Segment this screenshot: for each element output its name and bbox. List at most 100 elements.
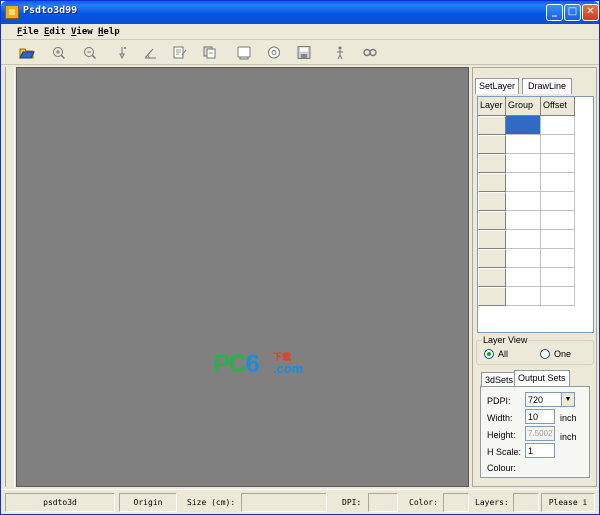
- output-settings-panel: PDPI: 720 ▼ Width: 10 inch Height: 7.500…: [480, 386, 590, 478]
- title-bar[interactable]: Psdto3d99 _ □ ✕: [1, 1, 599, 24]
- menu-help[interactable]: Help: [98, 27, 120, 37]
- watermark-pc-text: PC: [213, 350, 247, 378]
- hscale-label: H Scale:: [487, 447, 522, 457]
- menu-edit-label: dit: [49, 27, 66, 37]
- grid-cell-offset[interactable]: [541, 230, 575, 249]
- zoom-out-icon[interactable]: [82, 45, 98, 60]
- tab-setlayer[interactable]: SetLayer: [475, 78, 520, 94]
- grid-cell-offset[interactable]: [541, 154, 575, 173]
- radio-all[interactable]: [484, 349, 494, 359]
- grid-cell-group[interactable]: [506, 268, 541, 287]
- menu-edit[interactable]: Edit: [44, 27, 66, 37]
- width-field[interactable]: 10: [525, 409, 555, 424]
- figure-icon[interactable]: [332, 45, 348, 60]
- watermark-logo: PC6 下载 .com: [213, 350, 313, 378]
- pdpi-value: 720: [528, 395, 544, 405]
- status-bar: psdto3d Origin Size (cm): DPI: Color: La…: [1, 489, 599, 514]
- grid-cell-group[interactable]: [506, 287, 541, 306]
- grid-header-group: Group: [506, 97, 541, 116]
- colour-label: Colour:: [487, 463, 517, 473]
- grid-cell-offset[interactable]: [541, 268, 575, 287]
- status-origin: Origin: [119, 493, 177, 512]
- minimize-button[interactable]: _: [546, 4, 563, 21]
- grid-cell-offset[interactable]: [541, 211, 575, 230]
- menu-bar: File Edit View Help: [1, 24, 599, 40]
- app-window: Psdto3d99 _ □ ✕ File Edit View Help PC6 …: [0, 0, 600, 515]
- grid-cell-group[interactable]: [506, 154, 541, 173]
- menu-file-label: ile: [22, 27, 39, 37]
- grid-row-header[interactable]: [478, 154, 506, 173]
- grid-cell-group[interactable]: [506, 173, 541, 192]
- pdpi-select[interactable]: 720 ▼: [525, 392, 575, 407]
- radio-all-label: All: [498, 349, 509, 359]
- link-icon[interactable]: [362, 45, 378, 60]
- pdpi-label: PDPI:: [487, 396, 511, 406]
- layer-grid: Layer Group Offset: [477, 96, 594, 333]
- maximize-button[interactable]: □: [564, 4, 581, 21]
- layer-copy-icon[interactable]: [202, 45, 218, 60]
- status-size-value: [241, 493, 327, 512]
- save-icon[interactable]: [296, 45, 312, 60]
- grid-row-header[interactable]: [478, 173, 506, 192]
- grid-row-header[interactable]: [478, 192, 506, 211]
- width-label: Width:: [487, 413, 513, 423]
- zoom-in-icon[interactable]: [51, 45, 67, 60]
- close-button[interactable]: ✕: [582, 4, 599, 21]
- watermark-com: .com: [273, 361, 304, 376]
- grid-cell-offset[interactable]: [541, 249, 575, 268]
- angle-icon[interactable]: [143, 45, 159, 60]
- status-size-label: Size (cm):: [187, 498, 236, 507]
- grid-cell-group[interactable]: [506, 230, 541, 249]
- menu-file[interactable]: File: [17, 27, 39, 37]
- grid-cell-group[interactable]: [506, 249, 541, 268]
- menu-view-label: iew: [76, 27, 93, 37]
- circle-icon[interactable]: [266, 45, 282, 60]
- grid-row-header[interactable]: [478, 230, 506, 249]
- status-message: Please i: [541, 493, 595, 512]
- menu-view[interactable]: View: [71, 27, 93, 37]
- grid-row-header[interactable]: [478, 135, 506, 154]
- maximize-icon: □: [567, 6, 578, 17]
- grid-row-header[interactable]: [478, 287, 506, 306]
- grid-cell-group[interactable]: [506, 211, 541, 230]
- grid-row-header[interactable]: [478, 268, 506, 287]
- status-color-label: Color:: [409, 498, 438, 507]
- grid-header-offset: Offset: [541, 97, 575, 116]
- tab-drawline[interactable]: DrawLine: [522, 78, 573, 94]
- radio-one[interactable]: [540, 349, 550, 359]
- grid-cell-offset[interactable]: [541, 135, 575, 154]
- watermark-pc: PC6: [213, 350, 260, 379]
- height-field[interactable]: 7.5002: [525, 426, 555, 441]
- status-layers-label: Layers:: [475, 498, 509, 507]
- grid-row-header[interactable]: [478, 211, 506, 230]
- grid-cell-offset[interactable]: [541, 287, 575, 306]
- toolbar: [1, 40, 599, 65]
- grid-cell-offset[interactable]: [541, 192, 575, 211]
- menu-help-label: elp: [103, 27, 120, 37]
- width-unit: inch: [560, 413, 577, 423]
- grid-row-header[interactable]: [478, 249, 506, 268]
- height-label: Height:: [487, 430, 516, 440]
- status-color-value: [443, 493, 469, 512]
- close-icon: ✕: [586, 6, 595, 17]
- status-layers-value: [513, 493, 539, 512]
- hscale-field[interactable]: 1: [525, 443, 555, 458]
- grid-cell-offset[interactable]: [541, 116, 575, 135]
- frame-icon[interactable]: [236, 45, 252, 60]
- grid-cell-group[interactable]: [506, 192, 541, 211]
- layer-edit-icon[interactable]: [172, 45, 188, 60]
- left-scroll-rail[interactable]: [5, 67, 15, 487]
- grid-cell-group[interactable]: [506, 116, 541, 135]
- status-dpi-value: [368, 493, 398, 512]
- grid-cell-group[interactable]: [506, 135, 541, 154]
- grid-row-header[interactable]: [478, 116, 506, 135]
- chevron-down-icon[interactable]: ▼: [561, 393, 574, 406]
- layer-view-group: Layer View All One: [476, 335, 594, 365]
- grid-cell-offset[interactable]: [541, 173, 575, 192]
- radio-one-label: One: [554, 349, 572, 359]
- open-folder-icon[interactable]: [19, 45, 35, 60]
- grid-header-layer: Layer: [478, 97, 506, 116]
- design-canvas[interactable]: PC6 下载 .com: [16, 67, 469, 487]
- pointer-icon[interactable]: [114, 45, 130, 60]
- layer-panel: SetLayer DrawLine Layer Group Offset Lay…: [472, 67, 597, 487]
